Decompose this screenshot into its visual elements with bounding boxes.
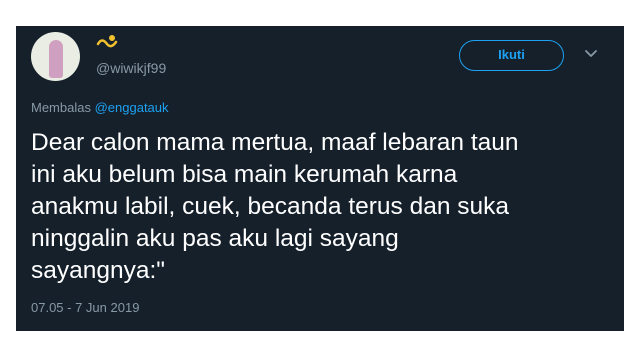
tweet-card: @wiwikjf99 Ikuti Membalas @enggatauk Dea… bbox=[16, 26, 624, 331]
wave-sun-emoji-icon bbox=[96, 35, 118, 48]
reply-context: Membalas @enggatauk bbox=[31, 100, 169, 115]
tweet-text-line: Dear calon mama mertua, maaf lebaran tau… bbox=[31, 129, 519, 156]
tweet-text: Dear calon mama mertua, maaf lebaran tau… bbox=[31, 127, 611, 287]
username[interactable]: @wiwikjf99 bbox=[96, 60, 166, 76]
follow-button[interactable]: Ikuti bbox=[459, 40, 564, 71]
chevron-down-icon[interactable] bbox=[583, 47, 599, 61]
reply-prefix: Membalas bbox=[31, 100, 91, 115]
timestamp[interactable]: 07.05 - 7 Jun 2019 bbox=[31, 300, 139, 315]
avatar-figure bbox=[49, 40, 63, 78]
tweet-text-line: sayangnya:" bbox=[31, 257, 166, 284]
avatar[interactable] bbox=[31, 32, 80, 81]
tweet-text-line: anakmu labil, cuek, becanda terus dan su… bbox=[31, 193, 510, 220]
tweet-text-line: ini aku belum bisa main kerumah karna bbox=[31, 161, 458, 188]
tweet-text-line: ninggalin aku pas aku lagi sayang bbox=[31, 225, 399, 252]
reply-mention-link[interactable]: @enggatauk bbox=[95, 100, 169, 115]
